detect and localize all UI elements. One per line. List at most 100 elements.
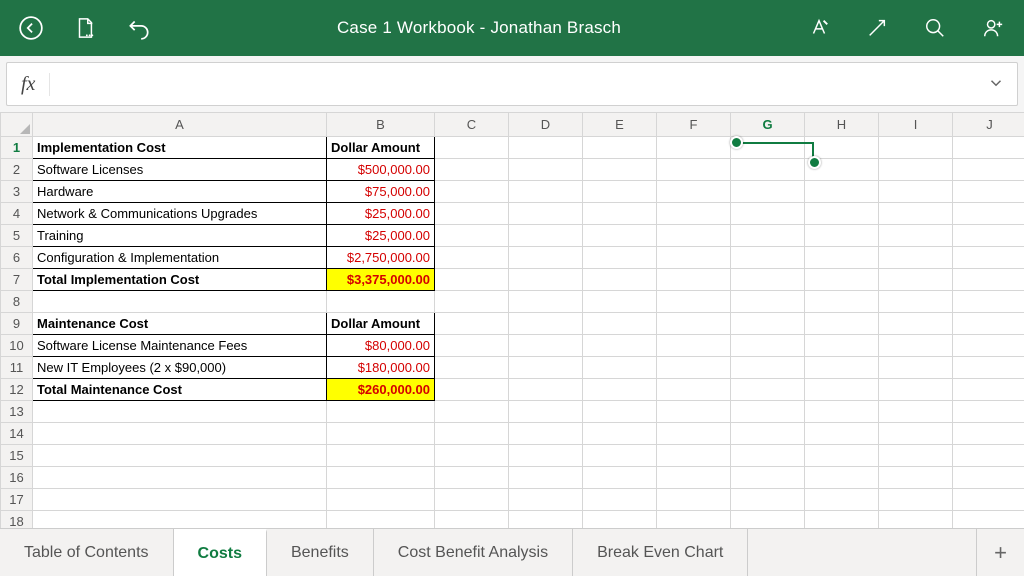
cell[interactable] [805, 489, 879, 511]
cell[interactable] [583, 467, 657, 489]
cell[interactable]: Implementation Cost [33, 137, 327, 159]
cell[interactable] [805, 401, 879, 423]
cell[interactable] [435, 247, 509, 269]
cell[interactable] [657, 489, 731, 511]
cell[interactable] [583, 225, 657, 247]
cell[interactable] [731, 181, 805, 203]
cell[interactable] [435, 159, 509, 181]
cell[interactable]: $80,000.00 [327, 335, 435, 357]
sheet-tab-costs[interactable]: Costs [174, 529, 267, 576]
cell[interactable] [953, 467, 1024, 489]
cell[interactable] [879, 313, 953, 335]
cell[interactable] [583, 489, 657, 511]
row-header[interactable]: 8 [1, 291, 33, 313]
cell[interactable] [657, 247, 731, 269]
cell[interactable] [435, 489, 509, 511]
sheet-tab-breakeven[interactable]: Break Even Chart [573, 529, 748, 576]
cell[interactable] [33, 511, 327, 529]
cell[interactable]: Software License Maintenance Fees [33, 335, 327, 357]
cell[interactable]: New IT Employees (2 x $90,000) [33, 357, 327, 379]
cell[interactable] [953, 159, 1024, 181]
cell[interactable] [879, 401, 953, 423]
cell[interactable] [879, 137, 953, 159]
cell[interactable] [509, 401, 583, 423]
cell[interactable] [805, 203, 879, 225]
col-header[interactable]: D [509, 113, 583, 137]
cell[interactable] [657, 335, 731, 357]
cell[interactable] [657, 159, 731, 181]
cell[interactable]: Network & Communications Upgrades [33, 203, 327, 225]
cell[interactable] [731, 137, 805, 159]
cell[interactable]: Training [33, 225, 327, 247]
cell[interactable] [953, 357, 1024, 379]
cell[interactable] [509, 159, 583, 181]
cell[interactable] [879, 467, 953, 489]
cell[interactable] [805, 291, 879, 313]
cell[interactable] [657, 291, 731, 313]
cell[interactable] [33, 401, 327, 423]
cell[interactable] [327, 467, 435, 489]
sheet-tab-toc[interactable]: Table of Contents [0, 529, 174, 576]
cell[interactable] [33, 445, 327, 467]
cell[interactable] [583, 159, 657, 181]
cell[interactable] [879, 423, 953, 445]
cell[interactable] [583, 511, 657, 529]
row-header[interactable]: 11 [1, 357, 33, 379]
cell[interactable] [953, 137, 1024, 159]
row-header[interactable]: 17 [1, 489, 33, 511]
cell[interactable] [327, 445, 435, 467]
cell[interactable] [583, 269, 657, 291]
cell[interactable] [731, 159, 805, 181]
cell[interactable]: $75,000.00 [327, 181, 435, 203]
cell[interactable] [953, 203, 1024, 225]
cell[interactable] [953, 445, 1024, 467]
cell[interactable] [583, 379, 657, 401]
cell[interactable] [657, 313, 731, 335]
cell[interactable] [731, 313, 805, 335]
cell[interactable] [953, 489, 1024, 511]
cell[interactable] [435, 313, 509, 335]
cell[interactable] [879, 335, 953, 357]
cell[interactable] [583, 247, 657, 269]
row-header[interactable]: 12 [1, 379, 33, 401]
cell[interactable] [953, 313, 1024, 335]
cell[interactable] [731, 269, 805, 291]
formula-input[interactable] [50, 63, 975, 105]
cell[interactable] [953, 269, 1024, 291]
cell[interactable] [435, 225, 509, 247]
cell[interactable]: $2,750,000.00 [327, 247, 435, 269]
cell[interactable] [583, 445, 657, 467]
cell[interactable] [805, 467, 879, 489]
col-header[interactable]: F [657, 113, 731, 137]
cell[interactable] [953, 423, 1024, 445]
cell[interactable]: Maintenance Cost [33, 313, 327, 335]
cell[interactable] [435, 291, 509, 313]
cell[interactable] [583, 137, 657, 159]
cell[interactable] [509, 379, 583, 401]
cell[interactable] [657, 379, 731, 401]
cell[interactable] [731, 401, 805, 423]
cell[interactable] [509, 137, 583, 159]
row-header[interactable]: 13 [1, 401, 33, 423]
cell[interactable] [879, 247, 953, 269]
cell[interactable] [879, 225, 953, 247]
cell[interactable] [731, 379, 805, 401]
cell[interactable] [509, 181, 583, 203]
cell[interactable] [327, 401, 435, 423]
cell[interactable] [731, 203, 805, 225]
col-header[interactable]: E [583, 113, 657, 137]
cell[interactable]: $500,000.00 [327, 159, 435, 181]
row-header[interactable]: 3 [1, 181, 33, 203]
col-header[interactable]: J [953, 113, 1024, 137]
cell[interactable] [657, 511, 731, 529]
col-header[interactable]: C [435, 113, 509, 137]
cell[interactable] [509, 291, 583, 313]
cell[interactable] [879, 379, 953, 401]
undo-icon[interactable] [124, 13, 154, 43]
cell[interactable] [731, 247, 805, 269]
row-header[interactable]: 18 [1, 511, 33, 529]
cell[interactable] [805, 313, 879, 335]
cell[interactable] [509, 489, 583, 511]
row-header[interactable]: 14 [1, 423, 33, 445]
cell[interactable] [583, 313, 657, 335]
